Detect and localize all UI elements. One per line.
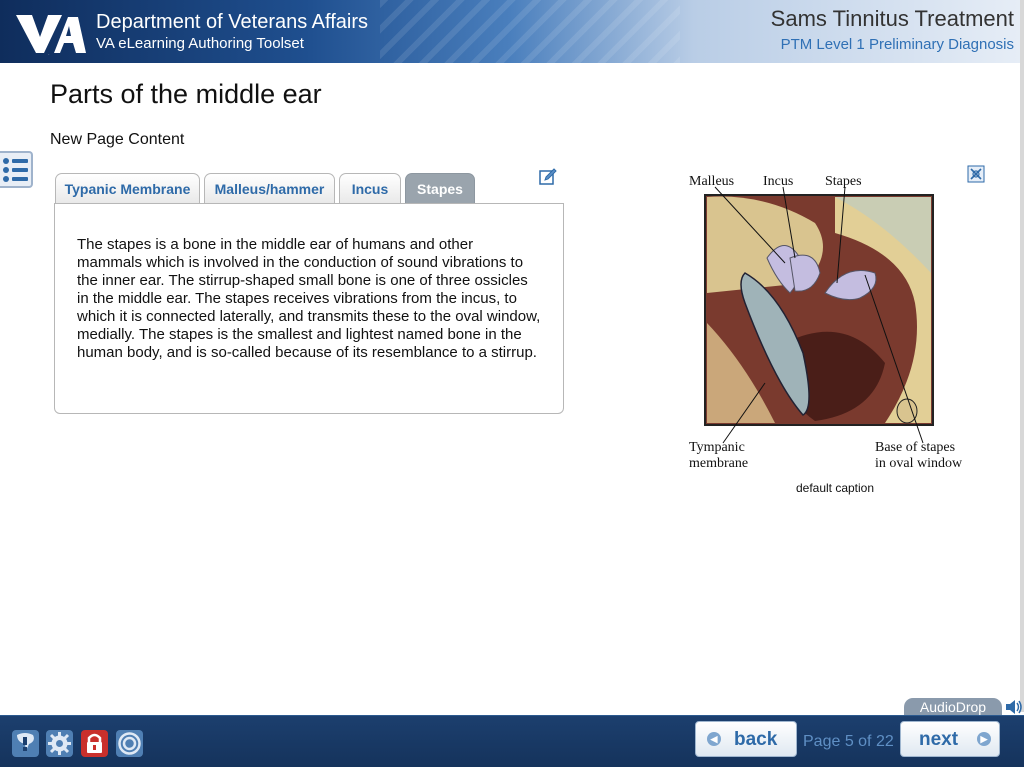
tab-incus[interactable]: Incus	[339, 173, 401, 203]
label-malleus: Malleus	[689, 174, 734, 189]
back-label: back	[734, 729, 778, 750]
header-banner: VA Department of Veterans Affairs VA eLe…	[0, 0, 1020, 63]
next-button[interactable]: next ▶	[900, 721, 1000, 757]
next-label: next	[919, 729, 959, 750]
page-title: Parts of the middle ear	[50, 79, 322, 109]
org-name: Department of Veterans Affairs	[96, 11, 369, 33]
footer-bar: ◀ back Page 5 of 22 next ▶	[0, 715, 1024, 767]
label-base-stapes-1: Base of stapes	[875, 440, 955, 455]
tool-name: VA eLearning Authoring Toolset	[96, 35, 304, 52]
back-button[interactable]: ◀ back	[695, 721, 797, 757]
target-icon[interactable]	[115, 729, 144, 758]
header-decoration	[380, 0, 680, 63]
course-title: Sams Tinnitus Treatment	[770, 6, 1014, 31]
page-indicator: Page 5 of 22	[803, 733, 894, 750]
tab-stapes[interactable]: Stapes	[405, 173, 475, 203]
tab-malleus-hammer[interactable]: Malleus/hammer	[204, 173, 335, 203]
tab-content-text: The stapes is a bone in the middle ear o…	[77, 236, 541, 361]
menu-list-icon	[3, 158, 28, 182]
va-logo-icon: VA	[16, 15, 86, 56]
speaker-icon[interactable]	[1004, 698, 1024, 716]
page-subtitle: New Page Content	[50, 131, 185, 148]
settings-icon[interactable]	[45, 729, 74, 758]
label-tympanic-1: Tympanic	[689, 440, 745, 455]
label-tympanic-2: membrane	[689, 456, 748, 471]
edit-pencil-icon[interactable]	[539, 168, 557, 186]
audiodrop-button[interactable]: AudioDrop	[904, 698, 1002, 716]
figure-caption: default caption	[795, 481, 875, 495]
help-icon[interactable]	[11, 729, 40, 758]
svg-text:VA: VA	[48, 53, 50, 56]
tab-panel-stapes: The stapes is a bone in the middle ear o…	[54, 203, 564, 414]
label-base-stapes-2: in oval window	[875, 456, 963, 471]
scroll-edge	[1020, 0, 1024, 712]
ear-diagram-image: Malleus Incus Stapes Tympanic membrane B…	[685, 163, 985, 481]
menu-toggle-button[interactable]	[0, 151, 33, 188]
tab-tympanic-membrane[interactable]: Typanic Membrane	[55, 173, 200, 203]
back-arrow-icon: ◀	[707, 732, 721, 746]
label-incus: Incus	[763, 174, 793, 189]
module-title: PTM Level 1 Preliminary Diagnosis	[780, 36, 1014, 53]
lock-icon[interactable]	[80, 729, 109, 758]
label-stapes: Stapes	[825, 174, 862, 189]
next-arrow-icon: ▶	[977, 732, 991, 746]
expand-icon[interactable]	[967, 165, 985, 183]
